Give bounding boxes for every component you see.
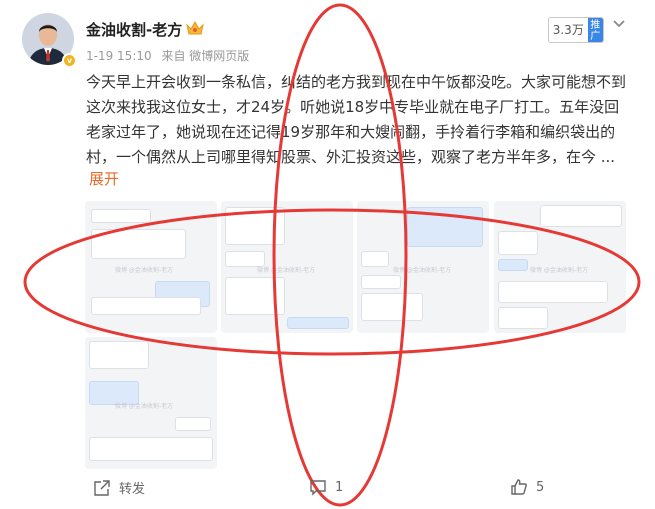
- verified-badge: v: [62, 53, 77, 68]
- post-body-text: 今天早上开会收到一条私信，纠结的老方我到现在中午饭都没吃。大家可能想不到这次来找…: [86, 73, 627, 166]
- like-button[interactable]: 5: [510, 478, 544, 496]
- like-icon: [511, 479, 527, 495]
- comment-button[interactable]: 1: [309, 478, 343, 496]
- expand-link[interactable]: 展开: [89, 168, 119, 189]
- weibo-post-card: v 金油收割-老方 1-19 15:10 来自 微博网页版 3.3万 推广 今天…: [0, 0, 655, 509]
- post-time[interactable]: 1-19 15:10: [86, 49, 152, 63]
- repost-label: 转发: [119, 482, 146, 497]
- post-image-3[interactable]: 微博 @金油收割-老方: [357, 201, 489, 333]
- chevron-down-icon[interactable]: [611, 16, 627, 36]
- post-image-4[interactable]: 微博 @金油收割-老方: [494, 201, 626, 333]
- post-image-2[interactable]: 微博 @金油收割-老方: [221, 201, 353, 333]
- crown-icon: [185, 20, 205, 40]
- post-meta: 1-19 15:10 来自 微博网页版: [86, 47, 255, 64]
- promotion-badge[interactable]: 3.3万 推广: [548, 17, 604, 43]
- promotion-count: 3.3万: [552, 23, 584, 37]
- post-image-5[interactable]: 微博 @金油收割-老方: [85, 337, 217, 469]
- author-name[interactable]: 金油收割-老方: [86, 19, 182, 40]
- promotion-tag: 推广: [587, 18, 603, 42]
- repost-icon: [94, 479, 110, 496]
- comment-count: 1: [335, 479, 344, 495]
- post-image-1[interactable]: 微博 @金油收割-老方: [85, 201, 217, 333]
- repost-button[interactable]: 转发: [93, 478, 145, 497]
- post-source: 来自 微博网页版: [161, 49, 250, 63]
- comment-icon: [310, 480, 326, 496]
- like-count: 5: [536, 479, 545, 495]
